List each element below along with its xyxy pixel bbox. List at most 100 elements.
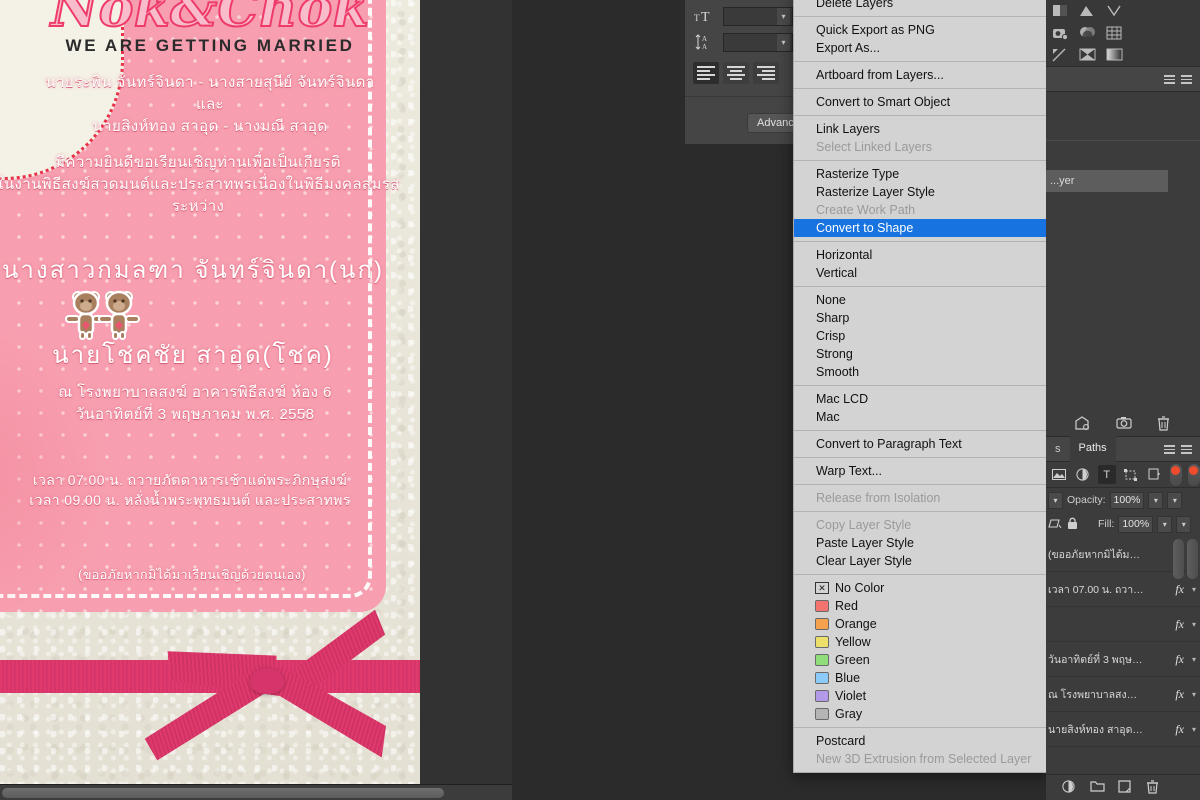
invert-icon[interactable] xyxy=(1079,48,1097,63)
menu-item-link-layers[interactable]: Link Layers xyxy=(794,120,1049,138)
menu-item-convert-to-paragraph-text[interactable]: Convert to Paragraph Text xyxy=(794,435,1049,453)
new-layer-icon[interactable] xyxy=(1118,780,1133,795)
menu-item-rasterize-type[interactable]: Rasterize Type xyxy=(794,165,1049,183)
menu-item-mac[interactable]: Mac xyxy=(794,408,1049,426)
menu-item-convert-to-shape[interactable]: Convert to Shape xyxy=(794,219,1049,237)
fill-scrubber-icon[interactable]: ▾ xyxy=(1176,515,1192,533)
opacity-chevron-icon[interactable]: ▾ xyxy=(1148,491,1164,509)
menu-item-vertical[interactable]: Vertical xyxy=(794,264,1049,282)
layer-effects-icon[interactable]: fx xyxy=(1175,617,1184,632)
menu-item-export-as[interactable]: Export As... xyxy=(794,39,1049,57)
opacity-value-field[interactable]: 100% xyxy=(1109,491,1145,509)
menu-item-paste-layer-style[interactable]: Paste Layer Style xyxy=(794,534,1049,552)
menu-item-convert-to-smart-object[interactable]: Convert to Smart Object xyxy=(794,93,1049,111)
lock-position-icon[interactable] xyxy=(1048,517,1063,532)
layer-effects-icon[interactable]: fx xyxy=(1175,652,1184,667)
layers-list[interactable]: (ขออภัยหากมิได้มาเรียนเชิ... fx ▾ เวลา 0… xyxy=(1046,537,1200,774)
menu-item-antialias-none[interactable]: None xyxy=(794,291,1049,309)
menu-item-warp-text[interactable]: Warp Text... xyxy=(794,462,1049,480)
menu-item-antialias-smooth[interactable]: Smooth xyxy=(794,363,1049,381)
menu-item-color-red[interactable]: Red xyxy=(794,597,1049,615)
color-lookup-icon[interactable] xyxy=(1052,48,1070,63)
new-layer-icon[interactable] xyxy=(1074,415,1090,431)
menu-item-delete-layers[interactable]: Delete Layers xyxy=(794,0,1049,12)
menu-item-color-orange[interactable]: Orange xyxy=(794,615,1049,633)
exposure-icon[interactable] xyxy=(1052,26,1070,41)
layer-effects-icon[interactable]: fx xyxy=(1175,582,1184,597)
tab-paths[interactable]: Paths xyxy=(1069,436,1116,462)
table-row[interactable]: fx ▾ xyxy=(1046,607,1200,642)
menu-item-color-no-color[interactable]: ✕ No Color xyxy=(794,579,1049,597)
smart-object-filter-icon[interactable] xyxy=(1146,465,1164,484)
adjustment-filter-icon[interactable] xyxy=(1074,465,1092,484)
pixel-filter-icon[interactable] xyxy=(1050,465,1068,484)
panel-menu-icon[interactable] xyxy=(1164,75,1194,85)
filter-toggle-right[interactable] xyxy=(1187,463,1200,486)
menu-item-antialias-strong[interactable]: Strong xyxy=(794,345,1049,363)
menu-item-color-green[interactable]: Green xyxy=(794,651,1049,669)
opacity-scrubber-icon[interactable]: ▾ xyxy=(1167,491,1183,509)
channel-mixer-icon[interactable] xyxy=(1106,26,1124,41)
menu-item-rasterize-layer-style[interactable]: Rasterize Layer Style xyxy=(794,183,1049,201)
vibrance-icon[interactable] xyxy=(1079,26,1097,41)
gradient-map-icon[interactable] xyxy=(1106,48,1124,63)
menu-item-artboard-from-layers[interactable]: Artboard from Layers... xyxy=(794,66,1049,84)
brightness-contrast-icon[interactable] xyxy=(1052,4,1070,19)
layers-scrollbar-thumb[interactable] xyxy=(1173,539,1184,579)
fill-chevron-icon[interactable]: ▾ xyxy=(1157,515,1173,533)
panel-menu-icon[interactable] xyxy=(1164,445,1194,455)
invite-line-3: ระหว่าง xyxy=(171,197,225,215)
dock-scrollbar-thumb[interactable] xyxy=(1187,539,1198,579)
table-row[interactable]: วันอาทิตย์ที่ 3 พฤษภาคม ... fx ▾ xyxy=(1046,642,1200,677)
menu-item-color-gray[interactable]: Gray xyxy=(794,705,1049,723)
font-size-input[interactable]: ▾ xyxy=(723,6,793,26)
leading-input[interactable]: ▾ xyxy=(723,32,793,52)
shape-filter-icon[interactable] xyxy=(1122,465,1140,484)
invitation-subtitle: WE ARE GETTING MARRIED xyxy=(65,36,355,55)
align-right-button[interactable] xyxy=(753,62,779,84)
menu-item-mac-lcd[interactable]: Mac LCD xyxy=(794,390,1049,408)
menu-item-color-yellow[interactable]: Yellow xyxy=(794,633,1049,651)
layer-effects-icon[interactable]: fx xyxy=(1175,687,1184,702)
new-group-icon[interactable] xyxy=(1090,780,1105,795)
layer-style-icon[interactable] xyxy=(1062,780,1077,795)
blend-mode-chevron-icon[interactable]: ▾ xyxy=(1048,491,1063,509)
snapshot-icon[interactable] xyxy=(1115,416,1132,431)
red-swatch-icon xyxy=(815,600,829,612)
chevron-down-icon[interactable]: ▾ xyxy=(1188,725,1200,734)
menu-item-antialias-sharp[interactable]: Sharp xyxy=(794,309,1049,327)
menu-item-clear-layer-style[interactable]: Clear Layer Style xyxy=(794,552,1049,570)
menu-label: Gray xyxy=(835,707,863,721)
menu-item-postcard[interactable]: Postcard xyxy=(794,732,1049,750)
partial-layer-row[interactable]: ...yer xyxy=(1046,170,1168,192)
chevron-down-icon[interactable]: ▾ xyxy=(777,33,790,51)
menu-item-color-blue[interactable]: Blue xyxy=(794,669,1049,687)
chevron-down-icon[interactable]: ▾ xyxy=(1188,655,1200,664)
levels-icon[interactable] xyxy=(1079,4,1097,19)
menu-item-color-violet[interactable]: Violet xyxy=(794,687,1049,705)
chevron-down-icon[interactable]: ▾ xyxy=(1188,585,1200,594)
horizontal-scrollbar[interactable] xyxy=(0,784,512,800)
horizontal-scrollbar-thumb[interactable] xyxy=(2,788,444,798)
align-left-button[interactable] xyxy=(693,62,719,84)
layer-context-menu[interactable]: Delete Layers Quick Export as PNG Export… xyxy=(793,0,1050,773)
tab-channels-partial[interactable]: s xyxy=(1046,437,1070,461)
fill-value-field[interactable]: 100% xyxy=(1118,515,1154,533)
align-center-button[interactable] xyxy=(723,62,749,84)
layer-effects-icon[interactable]: fx xyxy=(1175,722,1184,737)
delete-layer-icon[interactable] xyxy=(1146,780,1161,795)
document-canvas[interactable]: Nok&Chok WE ARE GETTING MARRIED นายระพิน… xyxy=(0,0,420,784)
chevron-down-icon[interactable]: ▾ xyxy=(1188,690,1200,699)
lock-all-icon[interactable] xyxy=(1067,517,1082,532)
chevron-down-icon[interactable]: ▾ xyxy=(777,7,790,25)
menu-item-quick-export-png[interactable]: Quick Export as PNG xyxy=(794,21,1049,39)
table-row[interactable]: นายสิงห์ทอง สาอุด - นางม... fx ▾ xyxy=(1046,712,1200,747)
curves-icon[interactable] xyxy=(1106,4,1124,19)
filter-toggle-left[interactable] xyxy=(1169,463,1182,486)
table-row[interactable]: ณ โรงพยาบาลสงฆ์ อาคาร... fx ▾ xyxy=(1046,677,1200,712)
menu-item-horizontal[interactable]: Horizontal xyxy=(794,246,1049,264)
chevron-down-icon[interactable]: ▾ xyxy=(1188,620,1200,629)
menu-item-antialias-crisp[interactable]: Crisp xyxy=(794,327,1049,345)
trash-icon[interactable] xyxy=(1157,415,1172,431)
type-filter-icon[interactable]: T xyxy=(1097,465,1116,484)
